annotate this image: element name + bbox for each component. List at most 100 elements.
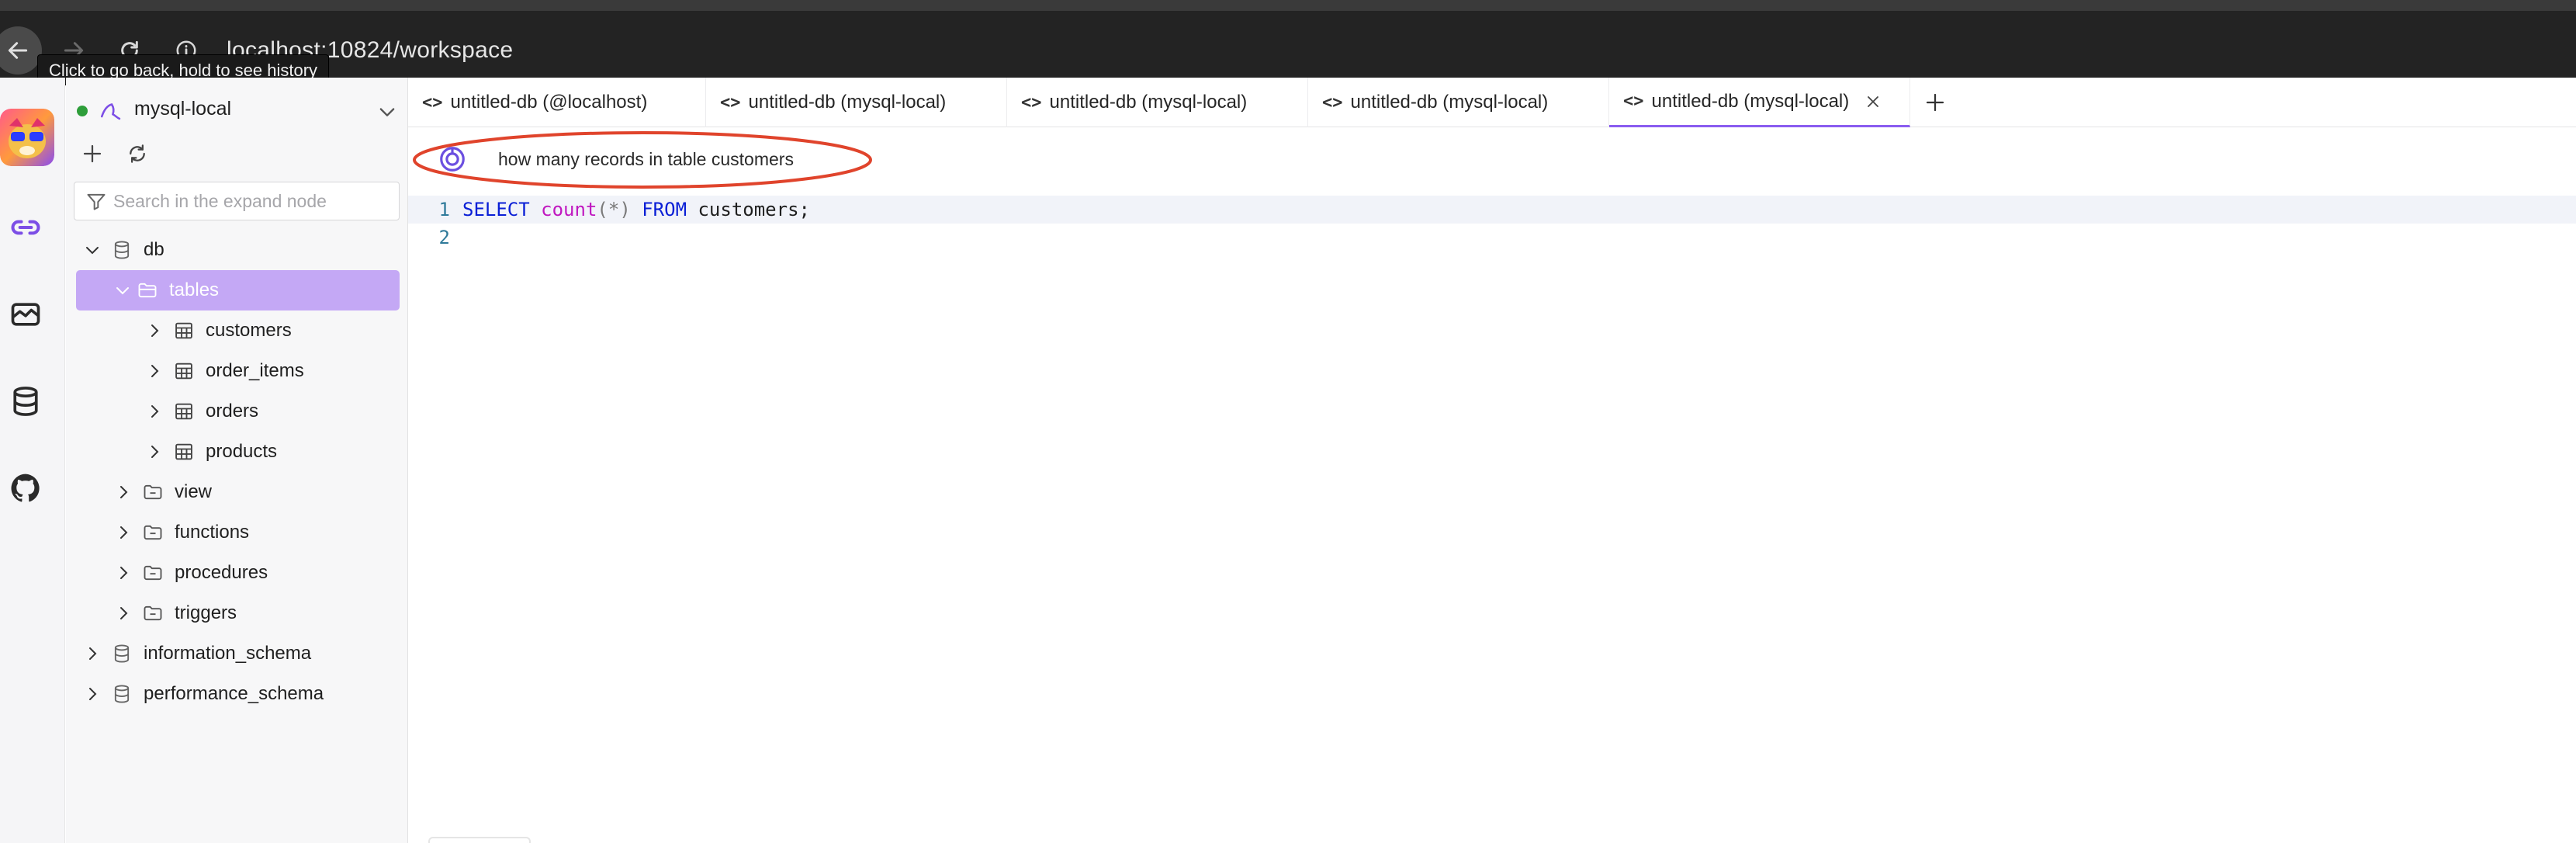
code-icon: <> [720,92,741,113]
tab-console-1[interactable]: <> untitled-db (@localhost) [408,78,706,127]
tree-node-label: triggers [175,602,237,623]
highlight-ellipse [413,131,872,189]
sql-star: * [608,199,620,220]
tree-node-db[interactable]: db [66,230,408,270]
database-icon[interactable] [8,383,43,419]
tree-node-label: order_items [206,360,304,381]
chevron-right-icon[interactable] [144,401,165,422]
tab-console-4[interactable]: <> untitled-db (mysql-local) [1308,78,1609,127]
app-logo-icon[interactable] [0,109,54,166]
folder-icon [140,520,165,545]
chevron-down-icon[interactable] [81,239,103,261]
tree-node-tables[interactable]: tables [76,270,400,310]
chevron-right-icon[interactable] [113,481,134,503]
tree-node-label: products [206,441,278,462]
database-icon [109,238,134,262]
sql-keyword: SELECT [462,199,530,220]
tab-label: untitled-db (mysql-local) [748,92,947,113]
arrow-left-icon [8,42,28,59]
tree-node-table[interactable]: customers [66,310,408,351]
line-number: 1 [438,199,450,220]
tree-node-label: db [144,239,164,260]
tree-node-label: information_schema [144,643,312,664]
plus-icon [1926,93,1944,112]
result-panel-handle[interactable] [428,837,531,843]
editor-line-2[interactable]: 2 [408,224,2576,252]
tree-node-information-schema[interactable]: information_schema [66,633,408,674]
tree-node-label: performance_schema [144,683,324,704]
tab-label: untitled-db (mysql-local) [1651,90,1850,112]
table-icon [171,399,196,424]
refresh-button[interactable] [122,138,153,169]
chevron-right-icon[interactable] [113,562,134,584]
tree-node-table[interactable]: order_items [66,351,408,391]
chevron-right-icon[interactable] [81,683,103,705]
address-bar[interactable]: localhost:10824/workspace [169,26,2559,75]
editor-tabs: <> untitled-db (@localhost) <> untitled-… [408,78,2576,127]
line-number: 2 [438,227,450,248]
github-icon[interactable] [8,470,43,506]
tree-node-view[interactable]: view [66,472,408,512]
chevron-right-icon[interactable] [144,441,165,463]
chevron-right-icon[interactable] [144,320,165,342]
tree-node-label: functions [175,522,250,543]
code-icon: <> [1322,92,1343,113]
connection-name: mysql-local [134,98,232,120]
tree-node-procedures[interactable]: procedures [66,553,408,593]
tab-console-3[interactable]: <> untitled-db (mysql-local) [1007,78,1308,127]
tab-console-5-active[interactable]: <> untitled-db (mysql-local) [1609,78,1910,127]
folder-open-icon [135,278,160,303]
new-tab-button[interactable] [1910,78,1960,127]
dashboard-icon[interactable] [8,297,43,332]
tab-label: untitled-db (@localhost) [450,92,648,113]
refresh-icon [130,144,145,163]
explorer-toolbar [77,138,153,172]
search-input[interactable] [113,190,393,212]
chevron-right-icon[interactable] [113,522,134,543]
tree-node-functions[interactable]: functions [66,512,408,553]
chevron-right-icon[interactable] [144,360,165,382]
explorer-search[interactable] [74,182,400,220]
sql-editor[interactable]: 1 SELECT count ( * ) FROM customers; 2 [408,191,2576,843]
mysql-icon [100,103,121,120]
folder-icon [140,480,165,505]
code-icon: <> [1021,92,1042,113]
table-icon [171,359,196,383]
tree-node-triggers[interactable]: triggers [66,593,408,633]
close-icon[interactable] [1863,92,1883,112]
filter-icon [87,193,106,210]
back-button[interactable] [0,26,42,75]
chevron-down-icon[interactable] [376,101,398,123]
code-icon: <> [1623,92,1644,111]
connections-icon[interactable] [8,210,43,245]
tree-node-label: customers [206,320,292,341]
chevron-down-icon[interactable] [112,279,133,301]
tree-node-label: view [175,481,213,502]
tree-node-table[interactable]: products [66,432,408,472]
table-icon [171,439,196,464]
sql-identifier: customers; [698,199,810,220]
tab-console-2[interactable]: <> untitled-db (mysql-local) [706,78,1007,127]
tree-node-table[interactable]: orders [66,391,408,432]
database-explorer: mysql-local db [66,78,408,843]
ai-prompt-bar[interactable]: how many records in table customers [408,129,2576,191]
chevron-right-icon[interactable] [113,602,134,624]
connection-selector[interactable]: mysql-local [66,87,408,130]
sql-function: count [541,199,597,220]
database-icon [109,682,134,706]
tab-label: untitled-db (mysql-local) [1049,92,1248,113]
folder-icon [140,601,165,626]
sql-paren: ) [619,199,631,220]
editor-line-1[interactable]: 1 SELECT count ( * ) FROM customers; [408,196,2576,224]
chevron-right-icon[interactable] [81,643,103,664]
add-connection-button[interactable] [77,138,108,169]
connection-status-dot [77,106,88,116]
tree-node-label: procedures [175,562,268,583]
tree-node-label: orders [206,401,259,422]
folder-icon [140,560,165,585]
tree-node-performance-schema[interactable]: performance_schema [66,674,408,714]
plus-icon [83,144,102,163]
browser-toolbar: localhost:10824/workspace Click to go ba… [0,0,2576,85]
database-icon [109,641,134,666]
code-icon: <> [422,92,443,113]
